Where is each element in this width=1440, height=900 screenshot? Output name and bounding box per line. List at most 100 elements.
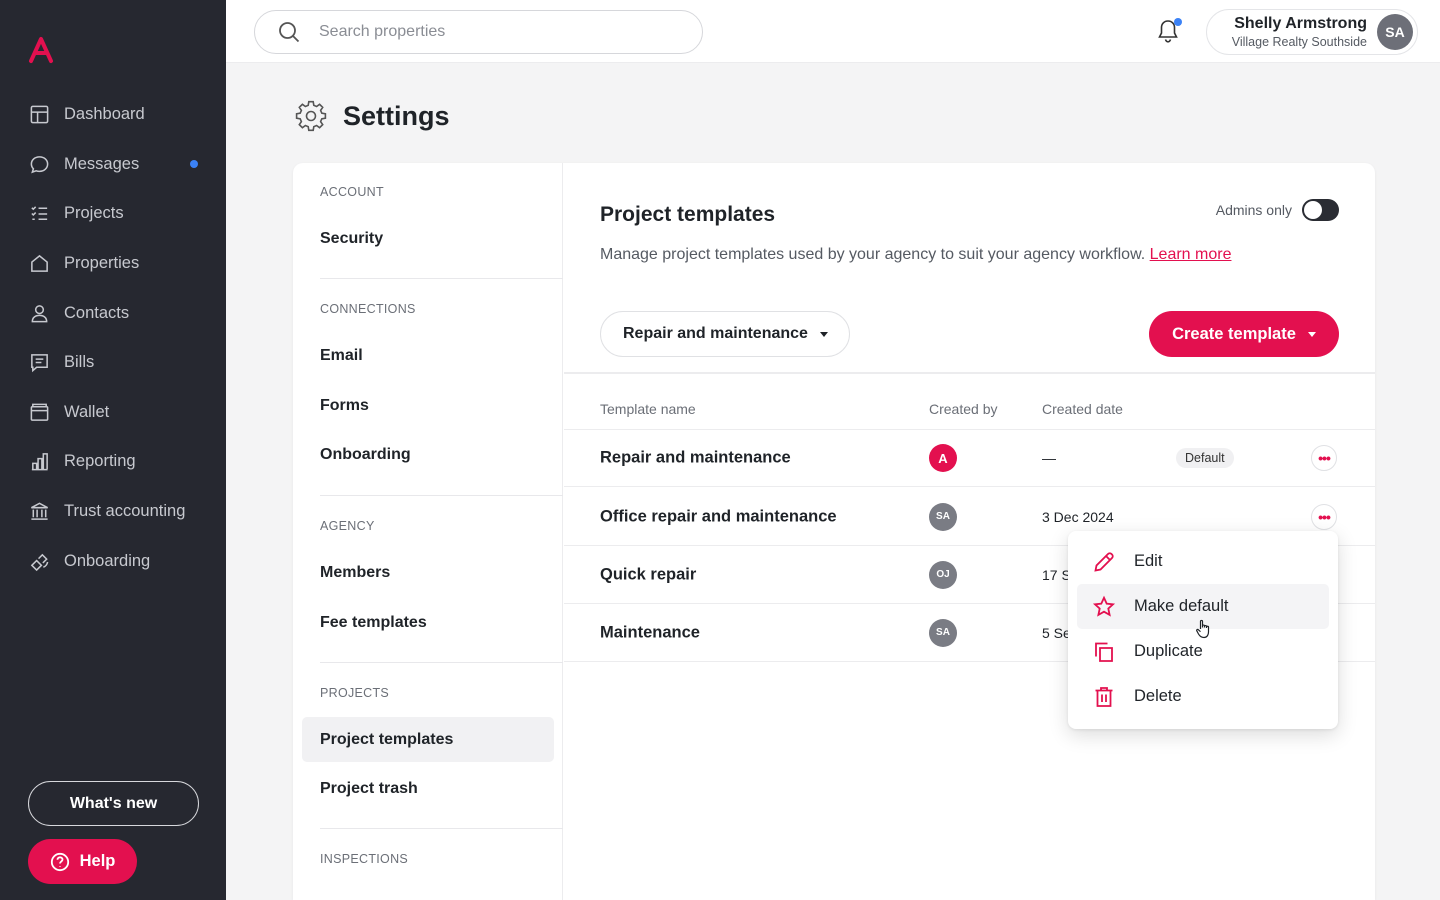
menu-label: Make default [1134,597,1229,615]
nav-item-bills[interactable]: Bills [0,338,226,388]
more-options-button[interactable]: ••• [1311,503,1337,530]
template-filter-dropdown[interactable]: Repair and maintenance [600,311,850,357]
menu-item-delete[interactable]: Delete [1077,674,1329,719]
menu-label: Delete [1134,687,1182,705]
subnav-item-forms[interactable]: Forms [320,397,369,415]
search-icon [279,22,300,43]
pencil-icon [1094,551,1114,572]
nav-item-messages[interactable]: Messages [0,140,226,190]
filter-label: Repair and maintenance [623,325,808,342]
menu-item-edit[interactable]: Edit [1077,539,1329,584]
toggle-knob [1304,201,1322,219]
nav-label: Trust accounting [64,502,186,521]
subnav-divider [320,495,563,496]
table-row[interactable]: Repair and maintenance A — Default ••• [564,429,1375,487]
nav-label: Dashboard [64,105,145,124]
nav-item-dashboard[interactable]: Dashboard [0,90,226,140]
subnav-item-onboarding[interactable]: Onboarding [320,446,411,464]
more-options-button[interactable]: ••• [1311,445,1337,471]
nav-item-reporting[interactable]: Reporting [0,437,226,487]
creator-avatar: SA [929,502,957,531]
star-icon [1092,595,1116,617]
subnav-item-security[interactable]: Security [320,230,383,248]
nav-label: Onboarding [64,551,151,570]
user-name: Shelly Armstrong [1234,15,1367,32]
top-bar: Shelly Armstrong Village Realty Southsid… [226,0,1440,63]
description-text: Manage project templates used by your ag… [600,246,1146,263]
user-menu[interactable]: Shelly Armstrong Village Realty Southsid… [1206,9,1418,55]
created-date: 3 Dec 2024 [1042,508,1114,525]
search-box[interactable] [254,10,703,54]
notification-dot [1174,18,1182,26]
column-header-created-by: Created by [929,401,998,417]
brand-logo-icon[interactable] [28,36,54,64]
nav-item-contacts[interactable]: Contacts [0,288,226,338]
gear-icon [295,100,327,132]
dashboard-icon [28,104,50,126]
help-label: Help [79,852,116,870]
onboarding-icon [28,550,50,572]
wallet-icon [28,401,50,423]
column-header-created-date: Created date [1042,401,1123,417]
duplicate-icon [1095,642,1113,662]
nav-label: Contacts [64,303,130,322]
chat-icon [28,153,50,175]
menu-label: Duplicate [1134,642,1203,660]
bank-icon [28,501,50,523]
caret-down-icon [1307,331,1316,337]
template-name: Repair and maintenance [600,448,791,467]
created-date: 5 Se [1042,624,1071,641]
help-button[interactable]: Help [28,839,137,884]
subnav-section-inspections: INSPECTIONS [320,852,409,866]
subnav-item-project-trash[interactable]: Project trash [320,780,418,798]
subnav-section-agency: AGENCY [320,519,375,533]
subnav-divider [320,278,563,279]
main-nav: Dashboard Messages Projects Properties C… [0,90,226,586]
creator-avatar: OJ [929,560,957,589]
subnav-item-members[interactable]: Members [320,564,390,582]
page-title: Settings [343,100,450,131]
subnav-item-project-templates[interactable]: Project templates [302,717,554,762]
subnav-divider [320,662,563,663]
nav-item-onboarding[interactable]: Onboarding [0,536,226,586]
nav-item-properties[interactable]: Properties [0,239,226,289]
help-icon [50,852,69,871]
template-name: Office repair and maintenance [600,507,837,525]
nav-item-trust-accounting[interactable]: Trust accounting [0,487,226,537]
user-agency: Village Realty Southside [1231,35,1367,49]
admins-only-toggle[interactable] [1302,199,1339,221]
nav-label: Properties [64,254,140,273]
notifications-button[interactable] [1156,18,1182,46]
caret-down-icon [819,331,828,337]
template-name: Quick repair [600,565,697,583]
nav-label: Reporting [64,452,136,471]
hand-cursor-icon [1196,619,1210,639]
page-header: Settings [295,100,450,132]
nav-label: Projects [64,204,124,223]
admins-only-setting: Admins only [1216,199,1339,221]
search-input[interactable] [319,23,659,41]
receipt-icon [28,352,50,374]
unread-dot [190,160,198,169]
nav-label: Wallet [64,402,110,421]
create-template-label: Create template [1172,324,1296,343]
user-avatar: SA [1377,14,1413,50]
nav-label: Messages [64,154,140,173]
subnav-divider [320,828,563,829]
nav-item-wallet[interactable]: Wallet [0,388,226,438]
subnav-item-fee-templates[interactable]: Fee templates [320,614,427,632]
subnav-section-connections: CONNECTIONS [320,302,416,316]
create-template-button[interactable]: Create template [1149,311,1339,357]
subnav-item-email[interactable]: Email [320,347,363,365]
admins-only-label: Admins only [1215,202,1292,218]
person-icon [28,302,50,324]
whats-new-button[interactable]: What's new [28,781,199,826]
user-info: Shelly Armstrong Village Realty Southsid… [1232,15,1367,49]
nav-label: Bills [64,353,95,372]
nav-item-projects[interactable]: Projects [0,189,226,239]
learn-more-link[interactable]: Learn more [1150,246,1232,263]
sidebar: Dashboard Messages Projects Properties C… [0,0,226,900]
trash-icon [1095,686,1113,707]
default-badge: Default [1176,448,1234,468]
settings-subnav: ACCOUNT Security CONNECTIONS Email Forms… [293,163,563,900]
